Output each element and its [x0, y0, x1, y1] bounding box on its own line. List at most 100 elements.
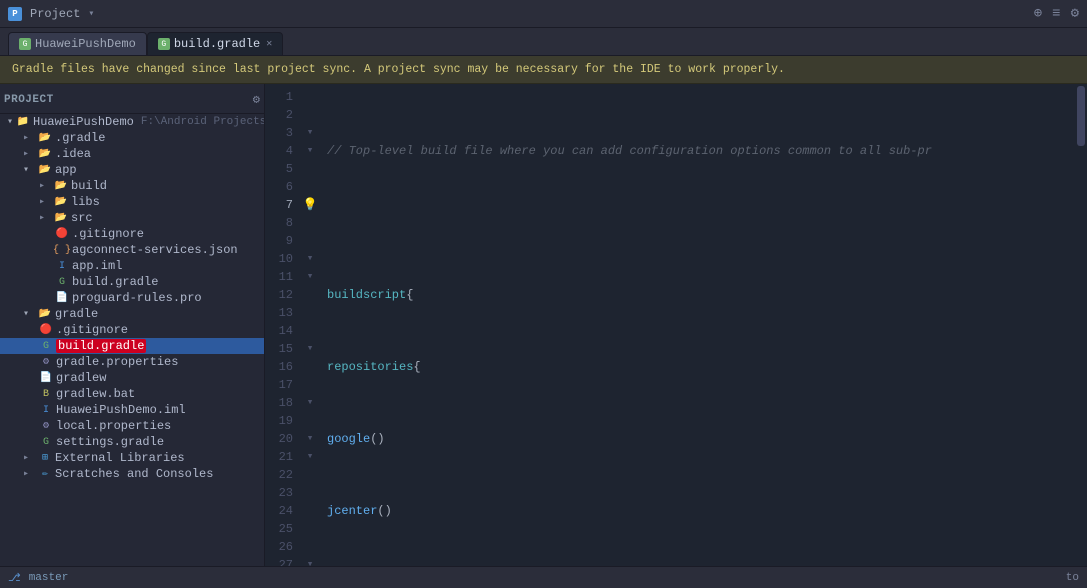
sync-icon[interactable]: ⊕: [1034, 5, 1042, 22]
gutter-27[interactable]: ▾: [301, 556, 319, 566]
sidebar: Project ⚙ ▾ 📁 HuaweiPushDemo F:\Android …: [0, 84, 265, 566]
tree-item-agconnect[interactable]: { } agconnect-services.json: [0, 242, 264, 258]
tree-label-gradlewbat: gradlew.bat: [56, 387, 135, 401]
tree-label-gitignore-app: .gitignore: [72, 227, 144, 241]
gutter-1: [301, 88, 319, 106]
gutter-11[interactable]: ▾: [301, 268, 319, 286]
ln-4: 4: [269, 142, 293, 160]
ln-3: 3: [269, 124, 293, 142]
gutter-23: [301, 484, 319, 502]
gutter-21[interactable]: ▾: [301, 448, 319, 466]
ln-2: 2: [269, 106, 293, 124]
tree-item-gradlewbat[interactable]: B gradlew.bat: [0, 386, 264, 402]
sidebar-gear-icon[interactable]: ⚙: [253, 92, 260, 107]
ln-20: 20: [269, 430, 293, 448]
title-project-label: Project: [30, 7, 80, 21]
ln-19: 19: [269, 412, 293, 430]
tree-item-gradleprops[interactable]: ⚙ gradle.properties: [0, 354, 264, 370]
settings-icon[interactable]: ⚙: [1071, 5, 1079, 22]
ln-14: 14: [269, 322, 293, 340]
tab-close-button[interactable]: ✕: [266, 38, 272, 50]
arrow-icon: ▸: [23, 132, 35, 144]
tree-label-src: src: [71, 211, 93, 225]
tree-item-libs[interactable]: ▸ 📂 libs: [0, 194, 264, 210]
scrollbar-track[interactable]: [1075, 84, 1087, 566]
title-icons: ⊕ ≡ ⚙: [1034, 5, 1079, 22]
title-dropdown-icon[interactable]: ▾: [88, 8, 94, 20]
gutter-24: [301, 502, 319, 520]
tab-build-gradle[interactable]: G build.gradle ✕: [147, 32, 283, 55]
tree-label-huawei: HuaweiPushDemo: [33, 115, 134, 129]
tree-item-huaweiiml[interactable]: I HuaweiPushDemo.iml: [0, 402, 264, 418]
code-line-5: google(): [327, 430, 1067, 448]
sidebar-title: Project: [4, 94, 54, 106]
scratch-icon: ✏: [38, 467, 52, 481]
tree-label-settingsgradle: settings.gradle: [56, 435, 164, 449]
gutter-18[interactable]: ▾: [301, 394, 319, 412]
tab-bar: G HuaweiPushDemo G build.gradle ✕: [0, 28, 1087, 56]
tree-item-app[interactable]: ▾ 📂 app: [0, 162, 264, 178]
gradle-icon-root: G: [39, 339, 53, 353]
tree-label-appiml: app.iml: [72, 259, 122, 273]
tree-item-appiml[interactable]: I app.iml: [0, 258, 264, 274]
tab-huawei[interactable]: G HuaweiPushDemo: [8, 32, 147, 55]
gitignore-icon: 🔴: [55, 227, 69, 241]
arrow-icon: ▾: [7, 116, 13, 128]
gutter-20[interactable]: ▾: [301, 430, 319, 448]
gradle-icon-tab2: G: [158, 38, 170, 50]
bulb-icon: 💡: [303, 196, 318, 214]
tree-item-extlibs[interactable]: ▸ ⊞ External Libraries: [0, 450, 264, 466]
line-numbers: 1 2 3 4 5 6 7 8 9 10 11 12 13 14 15 16 1…: [265, 84, 301, 566]
gutter-5: [301, 160, 319, 178]
folder-icon-app: 📂: [38, 163, 52, 177]
tree-label-extlibs: External Libraries: [55, 451, 185, 465]
gutter-14: [301, 322, 319, 340]
tree-item-gradlew[interactable]: 📄 gradlew: [0, 370, 264, 386]
menu-icon[interactable]: ≡: [1052, 6, 1060, 22]
ln-5: 5: [269, 160, 293, 178]
gutter-8: [301, 214, 319, 232]
tree-label-gradlew: gradlew: [56, 371, 106, 385]
gutter-4[interactable]: ▾: [301, 142, 319, 160]
ln-6: 6: [269, 178, 293, 196]
code-line-4: repositories {: [327, 358, 1067, 376]
main-area: Project ⚙ ▾ 📁 HuaweiPushDemo F:\Android …: [0, 84, 1087, 566]
ln-24: 24: [269, 502, 293, 520]
code-area[interactable]: // Top-level build file where you can ad…: [319, 84, 1075, 566]
props-icon: ⚙: [39, 355, 53, 369]
tree-item-proguard[interactable]: 📄 proguard-rules.pro: [0, 290, 264, 306]
tree-label-gradle-folder: gradle: [55, 307, 98, 321]
tree-item-idea[interactable]: ▸ 📂 .idea: [0, 146, 264, 162]
tree-item-buildgradle-root[interactable]: G build.gradle: [0, 338, 264, 354]
tree-item-build[interactable]: ▸ 📂 build: [0, 178, 264, 194]
iml-icon-huawei: I: [39, 403, 53, 417]
notification-bar: Gradle files have changed since last pro…: [0, 56, 1087, 84]
tree-item-scratches[interactable]: ▸ ✏ Scratches and Consoles: [0, 466, 264, 482]
tree-item-src[interactable]: ▸ 📂 src: [0, 210, 264, 226]
gutter-7-bulb[interactable]: 💡: [301, 196, 319, 214]
tree-item-settingsgradle[interactable]: G settings.gradle: [0, 434, 264, 450]
gutter-10[interactable]: ▾: [301, 250, 319, 268]
tree-path-label: F:\Android Projects: [141, 116, 265, 128]
tree-item-gradle-folder[interactable]: ▾ 📂 gradle: [0, 306, 264, 322]
gutter-17: [301, 376, 319, 394]
folder-icon-build: 📂: [54, 179, 68, 193]
tree-item-huawei-push-demo[interactable]: ▾ 📁 HuaweiPushDemo F:\Android Projects: [0, 114, 264, 130]
gutter-3[interactable]: ▾: [301, 124, 319, 142]
tree-item-gitignore-app[interactable]: 🔴 .gitignore: [0, 226, 264, 242]
bat-icon: B: [39, 387, 53, 401]
gradlew-icon: 📄: [39, 371, 53, 385]
scrollbar-thumb[interactable]: [1077, 86, 1085, 146]
arrow-icon: ▸: [39, 180, 51, 192]
tree-item-gitignore-root[interactable]: 🔴 .gitignore: [0, 322, 264, 338]
ln-25: 25: [269, 520, 293, 538]
tree-item-localprops[interactable]: ⚙ local.properties: [0, 418, 264, 434]
editor[interactable]: 1 2 3 4 5 6 7 8 9 10 11 12 13 14 15 16 1…: [265, 84, 1087, 566]
ln-18: 18: [269, 394, 293, 412]
arrow-icon: ▾: [23, 308, 35, 320]
tree-item-buildgradle-app[interactable]: G build.gradle: [0, 274, 264, 290]
arrow-icon: ▾: [23, 164, 35, 176]
gutter-15[interactable]: ▾: [301, 340, 319, 358]
gradle-icon-tab1: G: [19, 38, 31, 50]
tree-item-gradle[interactable]: ▸ 📂 .gradle: [0, 130, 264, 146]
